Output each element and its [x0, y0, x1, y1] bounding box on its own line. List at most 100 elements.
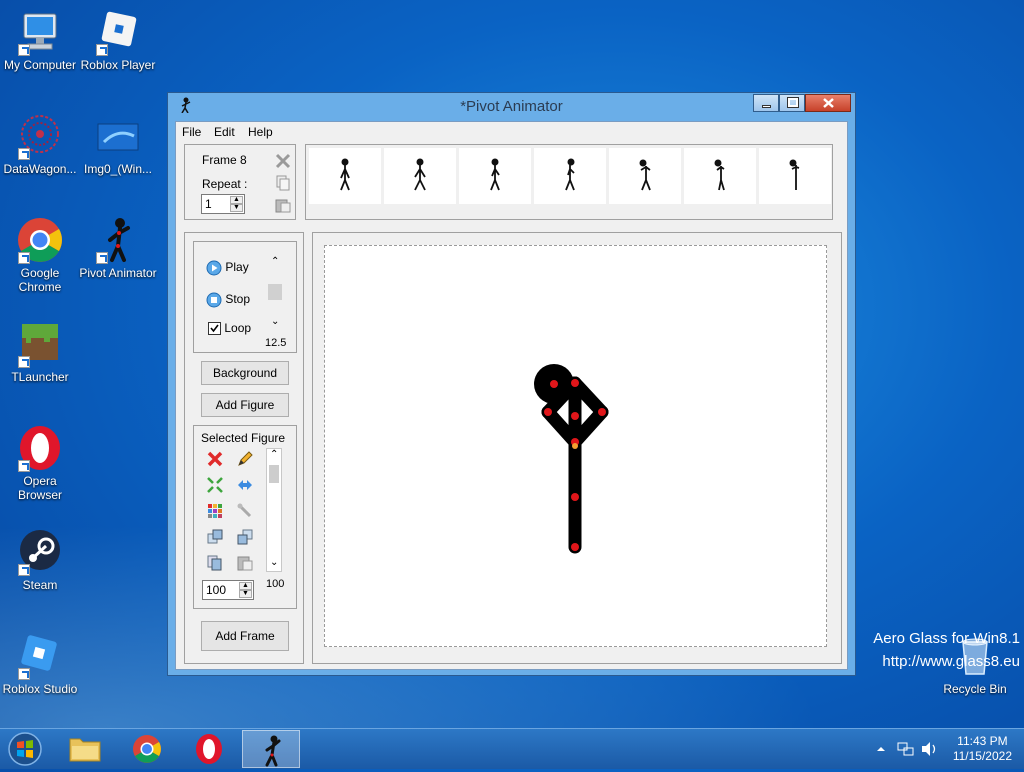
- taskbar-opera[interactable]: [180, 730, 238, 768]
- frame-label: Frame 8: [202, 153, 247, 167]
- start-button[interactable]: [6, 730, 44, 768]
- system-clock[interactable]: 11:43 PM 11/15/2022: [953, 734, 1012, 764]
- chrome-icon: [133, 735, 161, 763]
- desktop-icon-label: TLauncher: [11, 370, 69, 384]
- figure-size-stepper[interactable]: 100 ▲ ▼: [202, 580, 254, 600]
- chevron-down-icon[interactable]: ⌄: [270, 557, 278, 568]
- image-file-icon: [94, 112, 142, 160]
- frame-thumbnail[interactable]: [534, 148, 606, 204]
- network-icon[interactable]: [897, 741, 915, 757]
- desktop-icon-label: Google Chrome: [18, 266, 62, 294]
- joint-tool-icon[interactable]: [236, 502, 254, 520]
- play-label: Play: [225, 260, 249, 275]
- computer-icon: [16, 8, 64, 56]
- show-hidden-icons-chevron-icon[interactable]: [876, 744, 886, 754]
- desktop-icon-label: DataWagon...: [3, 162, 77, 176]
- menu-edit[interactable]: Edit: [214, 125, 235, 139]
- opera-icon: [16, 424, 64, 472]
- desktop-icon-roblox-studio[interactable]: Roblox Studio: [0, 632, 80, 696]
- playback-panel: Play Stop Loop ⌃ ⌄ 12.5: [193, 241, 297, 353]
- shortcut-arrow-icon: [18, 356, 30, 368]
- stepper-down-arrow[interactable]: ▼: [230, 204, 243, 212]
- loop-label: Loop: [224, 321, 252, 335]
- color-palette-icon[interactable]: [206, 502, 224, 520]
- scrollbar-thumb[interactable]: [269, 465, 279, 483]
- minecraft-grass-icon: [16, 320, 64, 368]
- close-button[interactable]: [805, 94, 851, 112]
- stick-figure[interactable]: [325, 246, 826, 646]
- pivot-stickman-icon: [94, 216, 142, 264]
- frame-thumbnail[interactable]: [609, 148, 681, 204]
- desktop-icon-my-computer[interactable]: My Computer: [0, 8, 80, 72]
- figure-list-scrollbar[interactable]: ⌃ ⌄: [266, 448, 282, 572]
- stop-icon: [206, 292, 222, 308]
- desktop-icon-datawagon[interactable]: DataWagon...: [0, 112, 80, 176]
- desktop-icon-img0[interactable]: Img0_(Win...: [78, 112, 158, 176]
- desktop-icon-roblox-player[interactable]: Roblox Player: [78, 8, 158, 72]
- taskbar-pivot-animator[interactable]: [242, 730, 300, 768]
- shrink-icon[interactable]: [206, 476, 224, 494]
- background-button[interactable]: Background: [201, 361, 289, 385]
- taskbar-chrome[interactable]: [118, 730, 176, 768]
- stepper-down-arrow[interactable]: ▼: [239, 590, 252, 598]
- loop-checkbox[interactable]: Loop: [208, 321, 252, 336]
- copy-figure-icon[interactable]: [206, 554, 224, 572]
- add-frame-button[interactable]: Add Frame: [201, 621, 289, 651]
- chevron-up-icon: ⌃: [271, 256, 280, 267]
- animation-canvas[interactable]: [324, 245, 827, 647]
- taskbar-file-explorer[interactable]: [56, 730, 114, 768]
- desktop-icon-google-chrome[interactable]: Google Chrome: [0, 216, 80, 294]
- minimize-button[interactable]: [753, 94, 779, 112]
- repeat-stepper[interactable]: 1 ▲ ▼: [201, 194, 245, 214]
- pencil-icon[interactable]: [236, 450, 254, 468]
- shortcut-arrow-icon: [18, 564, 30, 576]
- desktop-icon-pivot-animator[interactable]: Pivot Animator: [78, 216, 158, 280]
- paste-figure-icon[interactable]: [236, 554, 254, 572]
- stop-control[interactable]: Stop: [206, 292, 250, 308]
- window-title: *Pivot Animator: [460, 98, 563, 115]
- frame-thumbnail[interactable]: [309, 148, 381, 204]
- frame-thumbnail[interactable]: [384, 148, 456, 204]
- opera-icon: [196, 734, 222, 764]
- frame-thumbnail[interactable]: [759, 148, 831, 204]
- clock-date: 11/15/2022: [952, 749, 1012, 763]
- menu-help[interactable]: Help: [248, 125, 273, 139]
- speed-slider-thumb[interactable]: [268, 284, 282, 300]
- stepper-up-arrow[interactable]: ▲: [239, 582, 252, 590]
- desktop-icon-tlauncher[interactable]: TLauncher: [0, 320, 80, 384]
- copy-frame-icon[interactable]: [275, 175, 291, 191]
- desktop-icon-steam[interactable]: Steam: [0, 528, 80, 592]
- bring-forward-icon[interactable]: [206, 528, 224, 546]
- chevron-up-icon[interactable]: ⌃: [270, 449, 278, 460]
- menu-bar: File Edit Help: [176, 122, 847, 142]
- window-client-area: File Edit Help Frame 8 Repeat : 1 ▲ ▼ Pl…: [175, 121, 848, 670]
- volume-icon[interactable]: [921, 741, 939, 757]
- flip-arrows-icon[interactable]: [236, 476, 254, 494]
- folder-icon: [69, 738, 101, 762]
- play-control[interactable]: Play: [206, 260, 249, 276]
- maximize-button[interactable]: [779, 94, 805, 112]
- desktop-icon-label: Roblox Studio: [2, 682, 78, 696]
- add-figure-button[interactable]: Add Figure: [201, 393, 289, 417]
- selected-figure-label: Selected Figure: [201, 431, 286, 445]
- desktop-icon-label: Opera Browser: [17, 474, 62, 502]
- frame-thumbnail[interactable]: [684, 148, 756, 204]
- stepper-up-arrow[interactable]: ▲: [230, 196, 243, 204]
- steam-icon: [16, 528, 64, 576]
- desktop-icon-opera-browser[interactable]: Opera Browser: [0, 424, 80, 502]
- chrome-icon: [16, 216, 64, 264]
- speed-slider[interactable]: ⌃ ⌄: [266, 256, 284, 334]
- maximize-icon: [787, 97, 799, 108]
- send-backward-icon[interactable]: [236, 528, 254, 546]
- delete-figure-icon[interactable]: [206, 450, 224, 468]
- delete-frame-icon[interactable]: [275, 153, 291, 169]
- frame-thumbnail[interactable]: [459, 148, 531, 204]
- title-bar[interactable]: *Pivot Animator: [168, 93, 855, 119]
- shortcut-arrow-icon: [18, 668, 30, 680]
- desktop-icon-label: My Computer: [3, 58, 77, 72]
- paste-frame-icon[interactable]: [275, 197, 291, 213]
- close-icon: [823, 98, 834, 108]
- menu-file[interactable]: File: [182, 125, 201, 139]
- clock-time: 11:43 PM: [957, 734, 1008, 748]
- pivot-stickman-icon: [265, 735, 281, 767]
